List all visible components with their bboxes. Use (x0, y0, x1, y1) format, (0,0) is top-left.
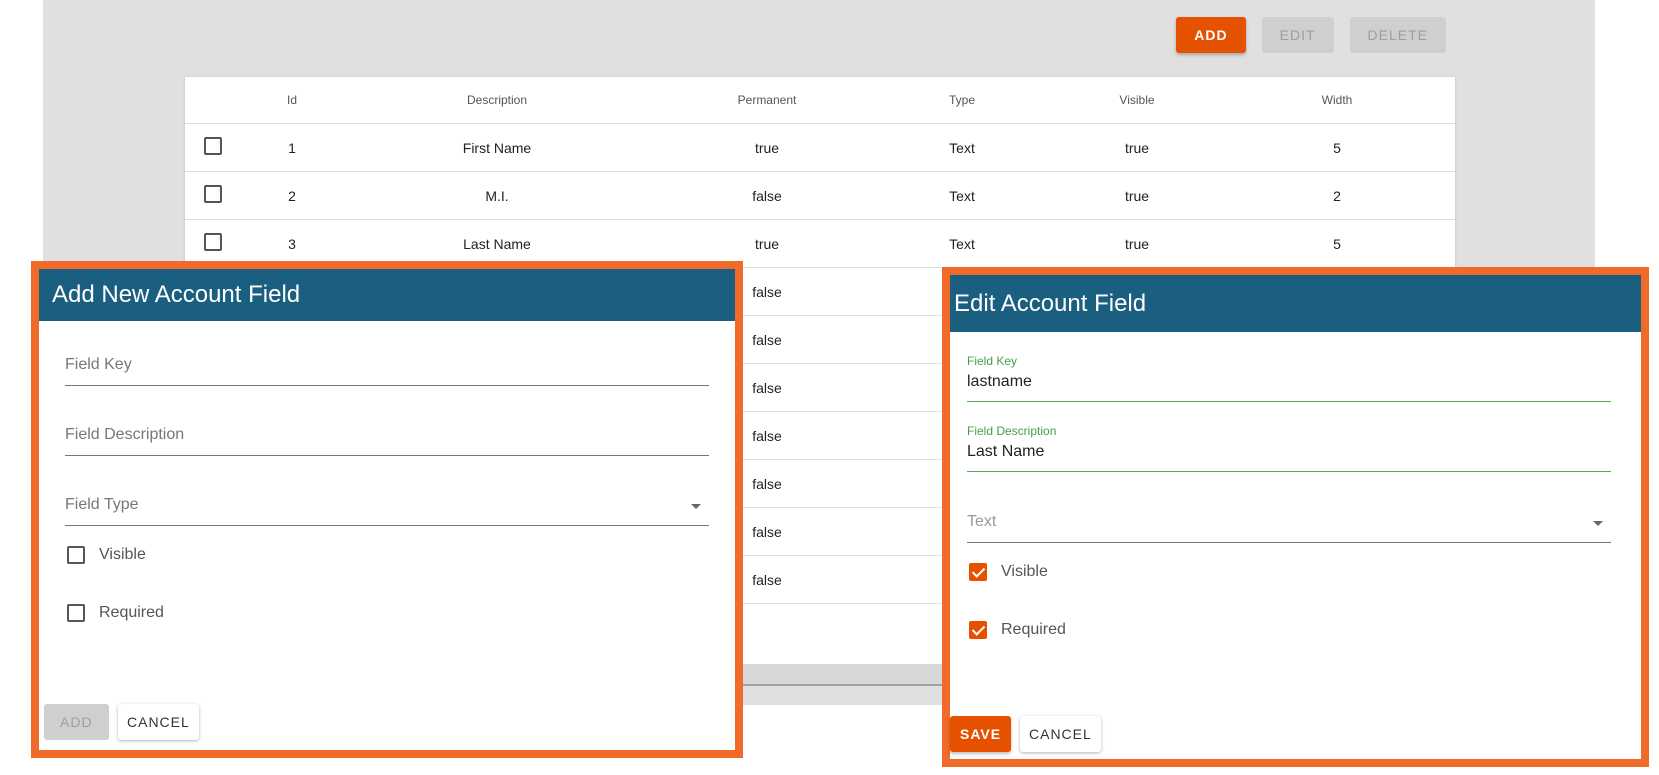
edit-required-label: Required (1001, 621, 1066, 638)
edit-field-key-input[interactable]: Field Key lastname (967, 349, 1611, 402)
edit-field-type-value: Text (967, 513, 997, 530)
dialog-add-button[interactable]: ADD (44, 704, 109, 740)
header-id[interactable]: Id (277, 93, 307, 107)
add-button[interactable]: ADD (1176, 17, 1246, 53)
edit-visible-checkbox-row[interactable]: Visible (969, 563, 1048, 581)
page: ADD EDIT DELETE Id Description Permanent… (0, 0, 1659, 775)
field-key-placeholder: Field Key (65, 356, 132, 373)
row-checkbox-cell (185, 137, 277, 158)
cell-permanent: false (752, 187, 782, 204)
header-type[interactable]: Type (887, 93, 1037, 107)
header-description[interactable]: Description (347, 93, 647, 107)
cell-id: 1 (288, 139, 296, 156)
edit-field-key-value: lastname (967, 373, 1032, 390)
edit-field-description-label: Field Description (967, 424, 1057, 438)
header-permanent[interactable]: Permanent (647, 93, 887, 107)
cell-type: Text (949, 235, 975, 252)
edit-field-description-input[interactable]: Field Description Last Name (967, 419, 1611, 472)
row-checkbox[interactable] (204, 137, 222, 155)
visible-checkbox-row[interactable]: Visible (67, 546, 146, 564)
save-button[interactable]: SAVE (950, 716, 1012, 752)
field-type-select[interactable]: Field Type (65, 472, 709, 526)
edit-dialog-cancel-button[interactable]: CANCEL (1020, 716, 1101, 752)
row-checkbox-cell (185, 185, 277, 206)
cell-width: 5 (1333, 139, 1341, 156)
cell-permanent: true (754, 235, 780, 252)
cell-visible: true (1124, 139, 1150, 156)
edit-button[interactable]: EDIT (1261, 17, 1334, 53)
cell-description: First Name (462, 139, 532, 156)
cell-width: 2 (1333, 187, 1341, 204)
cell-permanent: true (754, 139, 780, 156)
cell-description: M.I. (485, 187, 509, 204)
edit-required-checkbox[interactable] (969, 621, 987, 639)
delete-button[interactable]: DELETE (1349, 17, 1446, 53)
row-checkbox[interactable] (204, 185, 222, 203)
visible-label: Visible (99, 546, 146, 563)
cell-visible: true (1124, 187, 1150, 204)
cell-description: Last Name (463, 235, 531, 252)
field-description-input[interactable]: Field Description (65, 402, 709, 456)
table-row[interactable]: 2 M.I. false Text true 2 (185, 172, 1455, 220)
cell-width: 5 (1333, 235, 1341, 252)
chevron-down-icon (691, 504, 701, 509)
edit-field-key-label: Field Key (967, 354, 1018, 368)
header-visible[interactable]: Visible (1037, 93, 1237, 107)
required-label: Required (99, 604, 164, 621)
cell-type: Text (949, 139, 975, 156)
edit-required-checkbox-row[interactable]: Required (969, 621, 1066, 639)
edit-dialog-title: Edit Account Field (950, 275, 1641, 332)
required-checkbox-row[interactable]: Required (67, 604, 164, 622)
visible-checkbox[interactable] (67, 546, 85, 564)
toolbar: ADD EDIT DELETE (1176, 17, 1446, 53)
field-type-placeholder: Field Type (65, 496, 139, 513)
add-field-dialog: Add New Account Field Field Key Field De… (31, 261, 743, 758)
row-checkbox-cell (185, 233, 277, 254)
cell-id: 2 (288, 187, 296, 204)
field-description-placeholder: Field Description (65, 426, 185, 443)
cell-id: 3 (288, 235, 296, 252)
cell-type: Text (949, 187, 975, 204)
edit-visible-checkbox[interactable] (969, 563, 987, 581)
chevron-down-icon (1593, 521, 1603, 526)
field-key-input[interactable]: Field Key (65, 332, 709, 386)
add-dialog-title: Add New Account Field (39, 269, 735, 321)
edit-field-dialog: Edit Account Field Field Key lastname Fi… (942, 267, 1649, 767)
edit-field-type-select[interactable]: Text (967, 489, 1611, 543)
edit-field-description-value: Last Name (967, 443, 1045, 460)
required-checkbox[interactable] (67, 604, 85, 622)
edit-visible-label: Visible (1001, 563, 1048, 580)
table-header: Id Description Permanent Type Visible Wi… (185, 77, 1455, 124)
cell-visible: true (1124, 235, 1150, 252)
add-dialog-cancel-button[interactable]: CANCEL (118, 704, 199, 740)
row-checkbox[interactable] (204, 233, 222, 251)
table-row[interactable]: 1 First Name true Text true 5 (185, 124, 1455, 172)
header-width[interactable]: Width (1237, 93, 1437, 107)
